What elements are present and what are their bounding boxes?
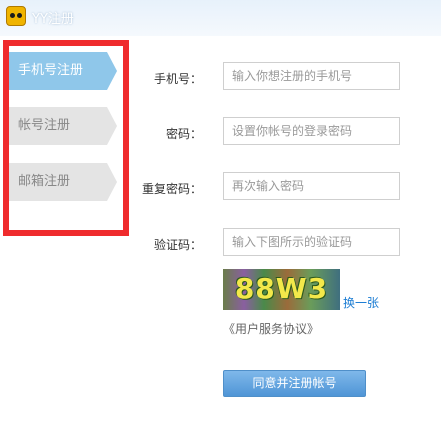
phone-label: 手机号： bbox=[153, 72, 202, 86]
password-label: 密码： bbox=[165, 127, 202, 141]
captcha-image[interactable]: 88W3 bbox=[223, 269, 340, 310]
yy-logo-icon bbox=[6, 6, 26, 26]
captcha-input[interactable] bbox=[223, 228, 400, 256]
confirm-password-label: 重复密码： bbox=[141, 182, 202, 196]
submit-register-button[interactable]: 同意并注册帐号 bbox=[223, 370, 366, 397]
phone-input[interactable] bbox=[223, 62, 400, 90]
tab-email-register[interactable]: 邮箱注册 bbox=[9, 163, 117, 201]
window-title: YY注册 bbox=[32, 12, 74, 27]
tab-phone-register-label: 手机号注册 bbox=[18, 63, 84, 78]
title-bar: YY注册 bbox=[0, 0, 441, 36]
captcha-text: 88W3 bbox=[234, 272, 329, 305]
tab-account-register-label: 帐号注册 bbox=[18, 118, 71, 133]
tab-phone-register[interactable]: 手机号注册 bbox=[9, 52, 117, 90]
password-input[interactable] bbox=[223, 117, 400, 145]
confirm-password-input[interactable] bbox=[223, 172, 400, 200]
captcha-label: 验证码： bbox=[153, 238, 202, 252]
tab-email-register-label: 邮箱注册 bbox=[18, 174, 71, 189]
tab-account-register[interactable]: 帐号注册 bbox=[9, 107, 117, 145]
user-agreement-link[interactable]: 《用户服务协议》 bbox=[223, 320, 319, 337]
refresh-captcha-link[interactable]: 换一张 bbox=[343, 294, 379, 311]
